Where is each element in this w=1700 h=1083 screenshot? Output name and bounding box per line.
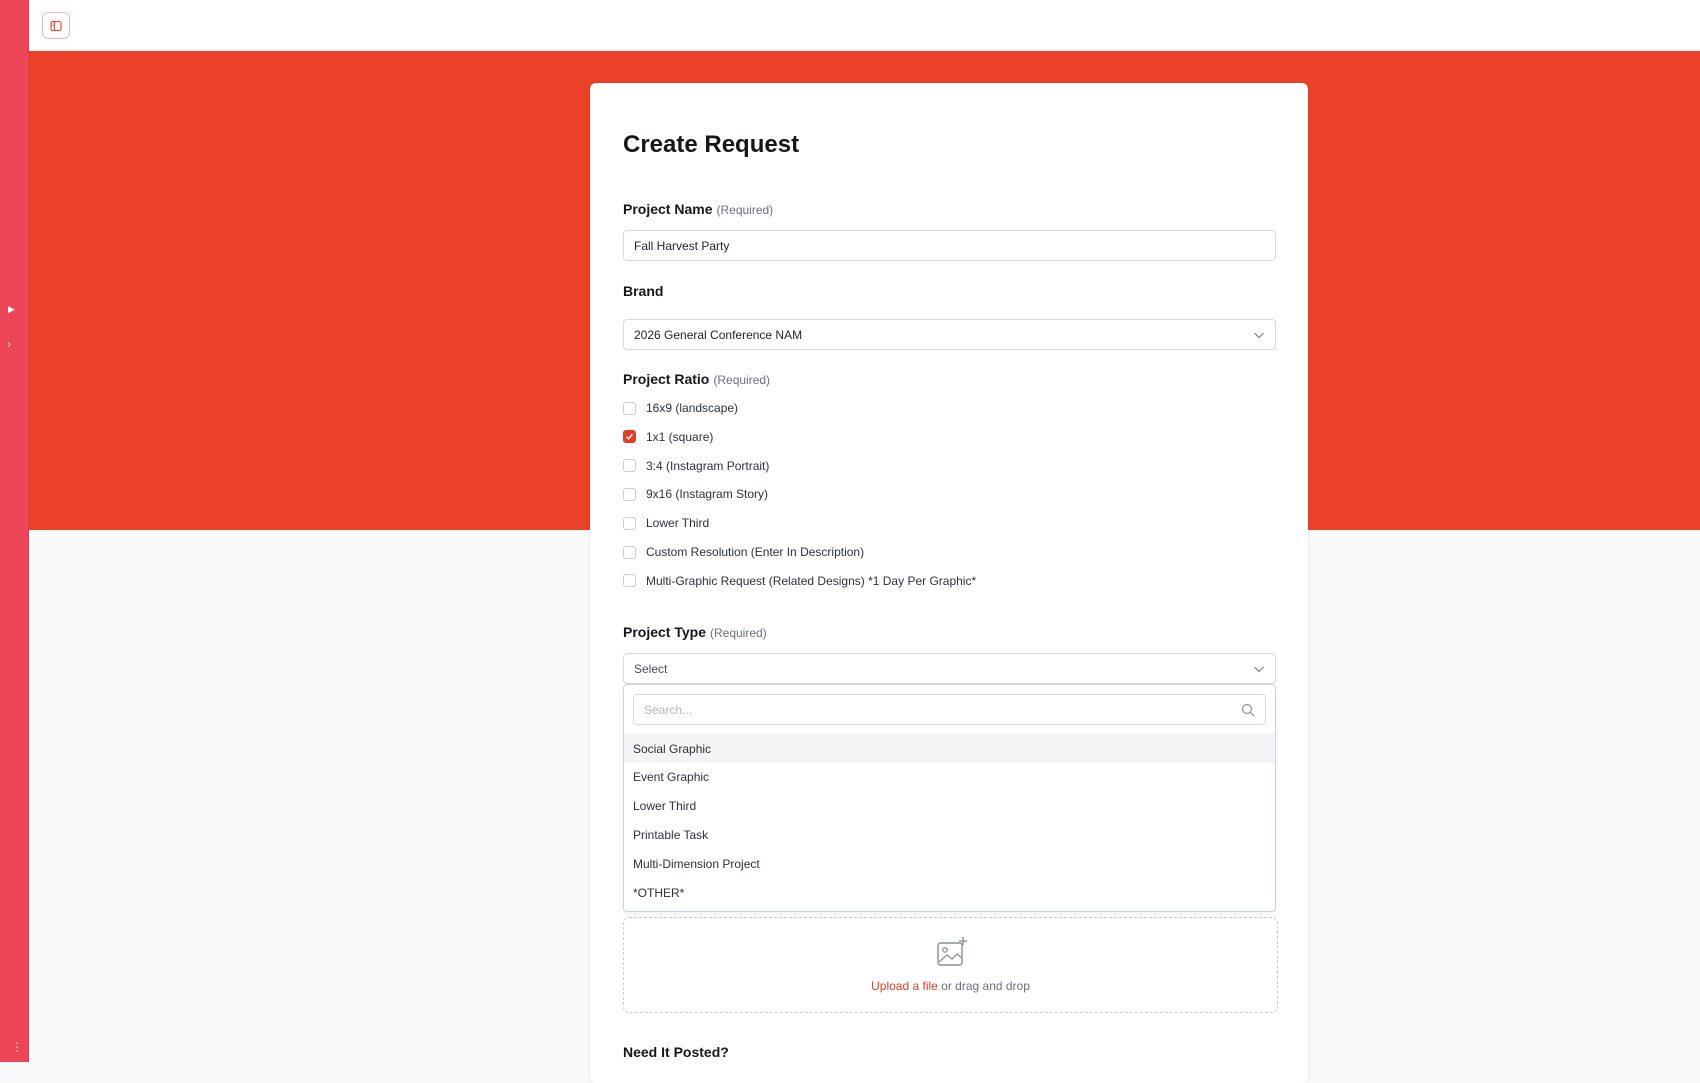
need-it-posted-group: Need It Posted? — [623, 1044, 1276, 1060]
sidebar-toggle-button[interactable] — [42, 12, 70, 39]
ratio-checkbox[interactable] — [623, 459, 636, 473]
project-type-label: Project Type (Required) — [623, 624, 767, 640]
project-type-option[interactable]: Printable Task — [624, 820, 1275, 849]
ratio-option[interactable]: 3:4 (Instagram Portrait) — [623, 459, 769, 473]
ratio-option[interactable]: 9x16 (Instagram Story) — [623, 487, 768, 501]
upload-file-link[interactable]: Upload a file — [871, 979, 938, 993]
ratio-option-label: Multi-Graphic Request (Related Designs) … — [646, 573, 977, 588]
chevron-down-icon — [1254, 666, 1264, 672]
ratio-option-label: Custom Resolution (Enter In Description) — [646, 545, 865, 559]
project-name-field-group: Project Name (Required) Fall Harvest Part… — [623, 201, 1276, 261]
ratio-option[interactable]: Custom Resolution (Enter In Description) — [623, 545, 864, 559]
ratio-option-label: 16x9 (landscape) — [646, 401, 739, 415]
drag-drop-text: or drag and drop — [937, 979, 1030, 993]
dropdown-search — [633, 694, 1266, 725]
top-bar — [29, 0, 1700, 51]
need-it-posted-label: Need It Posted? — [623, 1044, 729, 1060]
upload-instructions: Upload a file or drag and drop — [624, 979, 1277, 993]
ratio-checkbox[interactable] — [623, 430, 636, 444]
ratio-checkbox[interactable] — [623, 487, 636, 501]
project-type-field-group: Project Type (Required) Select — [623, 624, 1276, 684]
ratio-option[interactable]: Lower Third — [623, 516, 709, 530]
project-type-select[interactable]: Select — [623, 653, 1276, 684]
checkmark-icon — [625, 434, 634, 441]
search-input[interactable] — [644, 702, 1224, 717]
page-title: Create Request — [623, 131, 800, 158]
ratio-option[interactable]: 1x1 (square) — [623, 430, 713, 444]
play-icon[interactable]: ▶ — [8, 304, 15, 315]
project-type-option[interactable]: Lower Third — [624, 792, 1275, 821]
brand-select-value: 2026 General Conference NAM — [634, 327, 803, 342]
ratio-checkbox[interactable] — [623, 545, 636, 559]
project-name-input[interactable]: Fall Harvest Party — [623, 230, 1276, 261]
project-ratio-label: Project Ratio (Required) — [623, 371, 771, 387]
sidebar-icon — [50, 20, 62, 31]
ratio-option[interactable]: 16x9 (landscape) — [623, 401, 738, 415]
project-type-option[interactable]: Social Graphic — [624, 734, 1275, 763]
required-hint: (Required) — [710, 626, 767, 640]
project-type-option[interactable]: Multi-Dimension Project — [624, 849, 1275, 878]
ratio-checkbox[interactable] — [623, 401, 636, 415]
file-upload-dropzone[interactable]: Upload a file or drag and drop — [623, 917, 1278, 1013]
required-hint: (Required) — [716, 203, 774, 217]
ratio-option-label: 3:4 (Instagram Portrait) — [646, 458, 770, 473]
brand-select[interactable]: 2026 General Conference NAM — [623, 319, 1276, 350]
ratio-option-label: Lower Third — [646, 516, 710, 531]
search-icon — [1241, 703, 1255, 716]
brand-field-group: Brand 2026 General Conference NAM — [623, 283, 1276, 350]
ratio-checkbox[interactable] — [623, 574, 636, 588]
ratio-checkbox[interactable] — [623, 516, 636, 530]
more-vertical-icon[interactable]: ⋮ — [11, 1040, 23, 1054]
create-request-card: Create Request Project Name (Required) Fa… — [590, 83, 1308, 1083]
project-ratio-label-wrap: Project Ratio (Required) — [623, 371, 1276, 387]
project-name-label: Project Name (Required) — [623, 201, 774, 217]
project-type-option[interactable]: Event Graphic — [624, 763, 1275, 792]
image-upload-icon — [937, 937, 967, 966]
project-type-select-value: Select — [634, 661, 668, 676]
chevron-down-icon — [1254, 332, 1264, 338]
chevron-right-icon[interactable]: › — [7, 337, 11, 351]
project-type-dropdown: Social GraphicEvent GraphicLower ThirdPr… — [623, 684, 1276, 912]
left-rail: ▶ › ⋮ — [0, 0, 29, 1062]
required-hint: (Required) — [713, 373, 771, 387]
ratio-option[interactable]: Multi-Graphic Request (Related Designs) … — [623, 574, 976, 588]
ratio-option-label: 1x1 (square) — [646, 429, 714, 444]
project-type-option[interactable]: *OTHER* — [624, 878, 1275, 907]
brand-label: Brand — [623, 283, 664, 299]
ratio-option-label: 9x16 (Instagram Story) — [646, 487, 769, 502]
